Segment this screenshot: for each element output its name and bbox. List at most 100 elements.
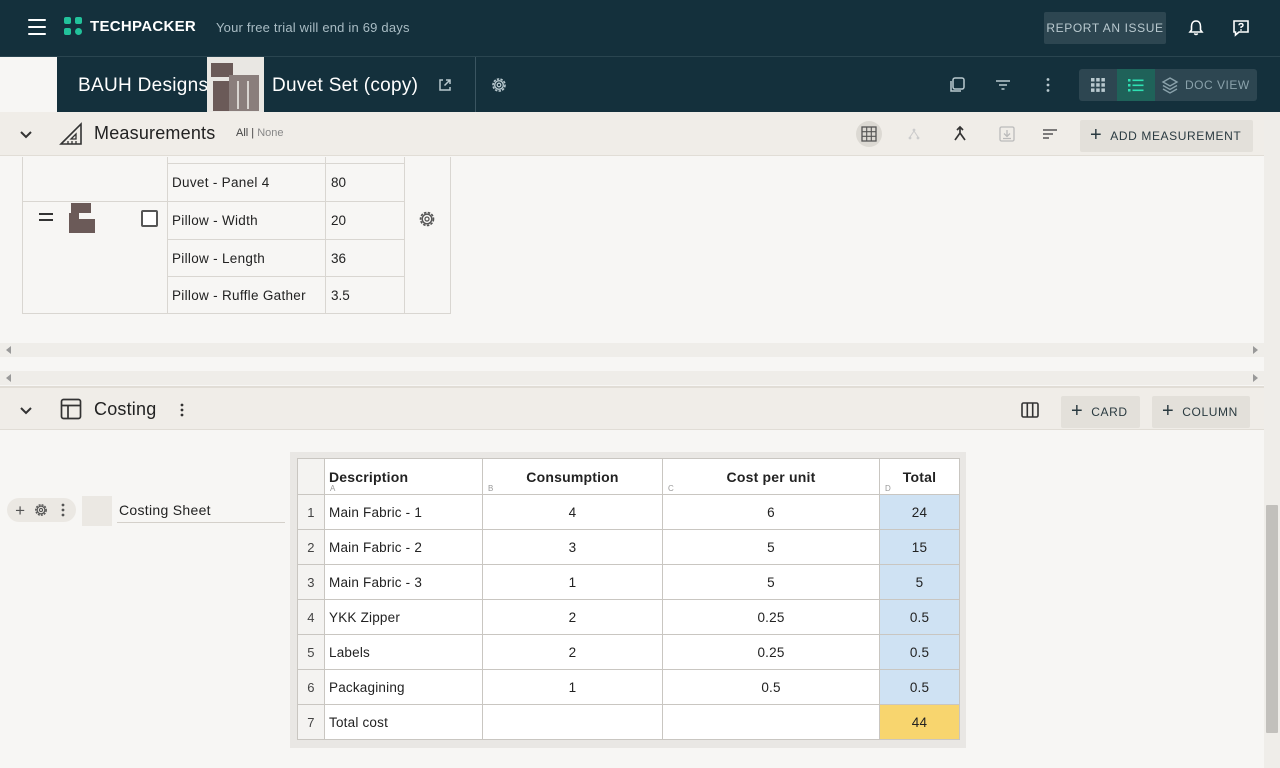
measurement-name[interactable]: Pillow - Width <box>172 213 258 228</box>
cost-per-unit-cell[interactable]: 5 <box>662 529 880 565</box>
card-title[interactable]: Costing Sheet <box>117 502 285 523</box>
measurement-value[interactable]: 36 <box>331 251 346 266</box>
scroll-right-icon[interactable] <box>1253 346 1258 354</box>
header-row: Description A Consumption B Cost per unit C… <box>297 458 960 495</box>
more-vertical-icon[interactable] <box>173 401 191 419</box>
scroll-left-icon[interactable] <box>6 374 11 382</box>
list-view-button[interactable] <box>1117 69 1155 101</box>
description-cell[interactable]: YKK Zipper <box>324 599 483 635</box>
brand-name[interactable]: BAUH Designs <box>78 75 208 97</box>
filter-icon[interactable] <box>993 75 1013 95</box>
description-cell[interactable]: Main Fabric - 1 <box>324 494 483 530</box>
techpacker-logo[interactable]: TECHPACKER <box>64 17 196 35</box>
scroll-left-icon[interactable] <box>6 346 11 354</box>
costing-title: Costing <box>94 399 157 419</box>
pillow-thumbnail[interactable] <box>69 203 97 235</box>
consumption-cell[interactable]: 4 <box>482 494 663 530</box>
grand-total-cell[interactable]: 44 <box>879 704 960 740</box>
add-column-button[interactable]: + COLUMN <box>1152 396 1250 428</box>
total-cell[interactable]: 24 <box>879 494 960 530</box>
cost-per-unit-cell[interactable]: 6 <box>662 494 880 530</box>
chevron-down-icon[interactable] <box>18 126 34 142</box>
add-measurement-button[interactable]: + ADD MEASUREMENT <box>1080 120 1254 152</box>
columns-icon[interactable] <box>1020 400 1040 420</box>
divider <box>475 57 476 113</box>
grid-view-button[interactable] <box>1079 69 1117 101</box>
scrollbar-thumb[interactable] <box>1266 505 1278 733</box>
total-cell[interactable]: 0.5 <box>879 599 960 635</box>
scroll-right-icon[interactable] <box>1253 374 1258 382</box>
consumption-cell[interactable] <box>482 704 663 740</box>
card-thumbnail[interactable] <box>82 496 112 526</box>
more-vertical-icon[interactable] <box>1038 75 1058 95</box>
measurement-name[interactable]: Pillow - Ruffle Gather <box>172 288 306 303</box>
cost-per-unit-cell[interactable]: 0.25 <box>662 599 880 635</box>
description-cell[interactable]: Labels <box>324 634 483 670</box>
consumption-cell[interactable]: 1 <box>482 669 663 705</box>
product-thumbnail[interactable] <box>207 57 264 113</box>
description-cell[interactable]: Main Fabric - 2 <box>324 529 483 565</box>
select-none-link[interactable]: None <box>257 127 283 139</box>
total-cell[interactable]: 15 <box>879 529 960 565</box>
description-cell[interactable]: Main Fabric - 3 <box>324 564 483 600</box>
costing-section-header: Costing + CARD + COLUMN <box>0 386 1264 430</box>
column-header-cost-per-unit[interactable]: Cost per unit C <box>662 458 880 495</box>
copy-icon[interactable] <box>947 75 967 95</box>
costing-area: + Costing Sheet Description A Consumption… <box>0 431 1264 768</box>
download-icon[interactable] <box>997 124 1017 144</box>
total-cell[interactable]: 0.5 <box>879 669 960 705</box>
more-vertical-icon[interactable] <box>58 502 68 518</box>
column-letter: C <box>668 484 674 493</box>
select-all-link[interactable]: All <box>236 127 248 139</box>
cost-per-unit-cell[interactable] <box>662 704 880 740</box>
merge-icon[interactable] <box>950 124 970 144</box>
column-header-label: Description <box>329 468 409 485</box>
measurement-value[interactable]: 20 <box>331 213 346 228</box>
cost-per-unit-cell[interactable]: 0.5 <box>662 669 880 705</box>
product-name[interactable]: Duvet Set (copy) <box>272 75 418 97</box>
measurement-value[interactable]: 3.5 <box>331 288 350 303</box>
measurements-section-header: Measurements All | None + ADD MEASUREMEN… <box>0 112 1264 156</box>
chevron-down-icon[interactable] <box>18 402 34 418</box>
measurement-value[interactable]: 80 <box>331 175 346 190</box>
add-card-button[interactable]: + CARD <box>1061 396 1140 428</box>
sort-icon[interactable] <box>1040 124 1060 144</box>
horizontal-scrollbar[interactable] <box>0 371 1264 385</box>
description-cell[interactable]: Packagining <box>324 669 483 705</box>
open-external-icon[interactable] <box>437 77 453 93</box>
column-header-description[interactable]: Description A <box>324 458 483 495</box>
horizontal-scrollbar[interactable] <box>0 343 1264 357</box>
column-header-consumption[interactable]: Consumption B <box>482 458 663 495</box>
column-header-total[interactable]: Total D <box>879 458 960 495</box>
table-row: Pillow - Width 20 <box>168 201 405 239</box>
doc-view-button[interactable]: DOC VIEW <box>1155 69 1257 101</box>
vertical-scrollbar[interactable] <box>1264 112 1280 768</box>
tree-structure-icon[interactable] <box>904 124 924 144</box>
consumption-cell[interactable]: 2 <box>482 634 663 670</box>
menu-icon[interactable] <box>28 19 46 35</box>
total-cell[interactable]: 0.5 <box>879 634 960 670</box>
drag-handle-icon[interactable] <box>39 213 53 221</box>
row-checkbox[interactable] <box>141 210 158 227</box>
consumption-cell[interactable]: 1 <box>482 564 663 600</box>
card-settings-gear-icon[interactable] <box>33 502 49 518</box>
table-row: 4 YKK Zipper 2 0.25 0.5 <box>297 599 960 635</box>
row-settings-gear-icon[interactable] <box>417 209 437 229</box>
measurement-name[interactable]: Pillow - Length <box>172 251 265 266</box>
total-cell[interactable]: 5 <box>879 564 960 600</box>
add-icon[interactable]: + <box>15 502 25 519</box>
consumption-cell[interactable]: 2 <box>482 599 663 635</box>
doc-view-label: DOC VIEW <box>1185 78 1250 92</box>
report-issue-button[interactable]: REPORT AN ISSUE <box>1044 12 1166 44</box>
consumption-cell[interactable]: 3 <box>482 529 663 565</box>
bell-icon[interactable] <box>1186 18 1206 38</box>
product-settings-gear-icon[interactable] <box>489 75 509 95</box>
cost-per-unit-cell[interactable]: 0.25 <box>662 634 880 670</box>
cost-per-unit-cell[interactable]: 5 <box>662 564 880 600</box>
measurement-name[interactable]: Duvet - Panel 4 <box>172 175 270 190</box>
costing-table-icon <box>60 398 82 420</box>
table-view-button[interactable] <box>856 121 882 147</box>
description-cell[interactable]: Total cost <box>324 704 483 740</box>
add-card-label: CARD <box>1091 405 1128 419</box>
help-chat-icon[interactable] <box>1231 18 1251 38</box>
